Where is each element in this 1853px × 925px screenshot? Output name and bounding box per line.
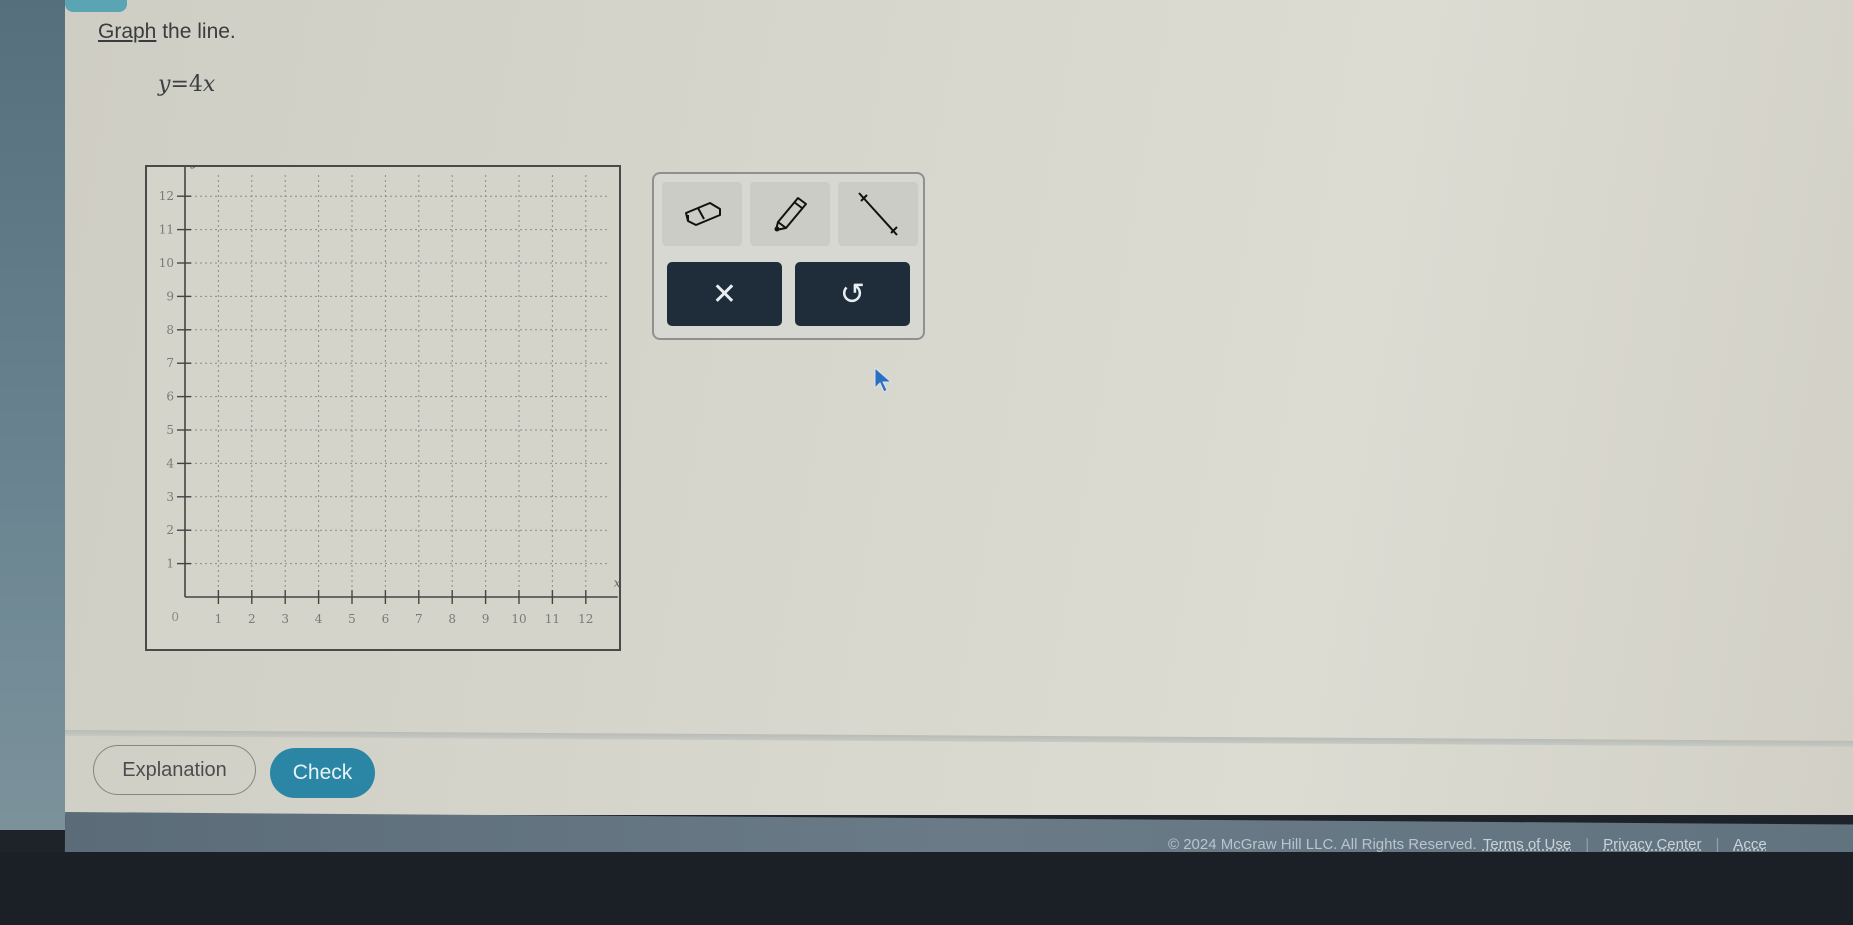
screen-bezel — [0, 852, 1853, 925]
y-tick-label: 3 — [166, 490, 174, 504]
footer-separator: | — [1715, 836, 1720, 853]
y-tick-label: 12 — [159, 189, 174, 203]
x-tick-label: 12 — [578, 612, 593, 626]
y-tick-label: 10 — [159, 256, 174, 270]
x-tick-label: 3 — [281, 612, 289, 626]
x-tick-label: 6 — [382, 612, 390, 626]
y-tick-label: 9 — [166, 289, 174, 303]
y-tick-label: 8 — [166, 323, 174, 337]
equation-coef: 4 — [188, 72, 203, 97]
x-tick-label: 4 — [315, 612, 323, 626]
left-sidebar-strip — [0, 0, 65, 830]
y-tick-label: 2 — [166, 523, 174, 537]
terms-of-use-link[interactable]: Terms of Use — [1483, 836, 1571, 853]
x-icon: ✕ — [711, 277, 738, 311]
x-tick-label: 11 — [545, 612, 560, 626]
copyright-text: © 2024 McGraw Hill LLC. All Rights Reser… — [1168, 836, 1477, 853]
graph-link[interactable]: Graph — [98, 20, 156, 43]
y-tick-label: 6 — [166, 390, 174, 404]
privacy-center-link[interactable]: Privacy Center — [1603, 836, 1701, 853]
eraser-tool-button[interactable] — [662, 182, 742, 246]
top-tab[interactable] — [65, 0, 127, 12]
y-tick-label: 1 — [166, 557, 174, 571]
footer-content: © 2024 McGraw Hill LLC. All Rights Reser… — [1168, 836, 1769, 853]
footer-separator: | — [1585, 836, 1590, 853]
equation-op: = — [170, 72, 189, 97]
y-tick-label: 5 — [166, 423, 174, 437]
graph-toolbar: ✕ ↺ — [652, 172, 925, 340]
x-tick-label: 9 — [482, 612, 490, 626]
y-tick-label: 11 — [159, 223, 174, 237]
check-button[interactable]: Check — [270, 748, 375, 798]
line-tool-button[interactable] — [838, 182, 918, 246]
mouse-cursor-icon — [874, 366, 893, 393]
undo-button[interactable]: ↺ — [795, 262, 910, 326]
line-tool-icon — [858, 192, 898, 236]
x-tick-label: 2 — [248, 612, 256, 626]
eraser-icon — [685, 202, 721, 226]
origin-label: 0 — [171, 610, 179, 624]
y-tick-label: 4 — [166, 456, 174, 470]
pencil-icon — [774, 197, 807, 232]
pencil-tool-button[interactable] — [750, 182, 830, 246]
y-tick-label: 7 — [166, 356, 174, 370]
x-tick-label: 8 — [448, 612, 456, 626]
equation-lhs: y — [158, 72, 171, 97]
clear-button[interactable]: ✕ — [667, 262, 782, 326]
y-axis-label: y — [190, 167, 199, 170]
x-axis-label: x — [614, 576, 619, 590]
accessibility-link[interactable]: Acce — [1733, 836, 1766, 853]
prompt-text: the line. — [156, 20, 236, 43]
equation-var: x — [202, 72, 216, 97]
equation: y=4x — [158, 72, 215, 97]
question-prompt: Graph the line. — [98, 20, 236, 44]
x-tick-label: 10 — [511, 612, 526, 626]
x-tick-label: 5 — [348, 612, 356, 626]
undo-icon: ↺ — [839, 277, 866, 311]
graph-area[interactable]: 1234567891011121234567891011120xy — [145, 165, 621, 651]
x-tick-label: 1 — [215, 612, 223, 626]
coordinate-grid[interactable]: 1234567891011121234567891011120xy — [147, 167, 619, 649]
x-tick-label: 7 — [415, 612, 423, 626]
explanation-button[interactable]: Explanation — [93, 745, 256, 795]
